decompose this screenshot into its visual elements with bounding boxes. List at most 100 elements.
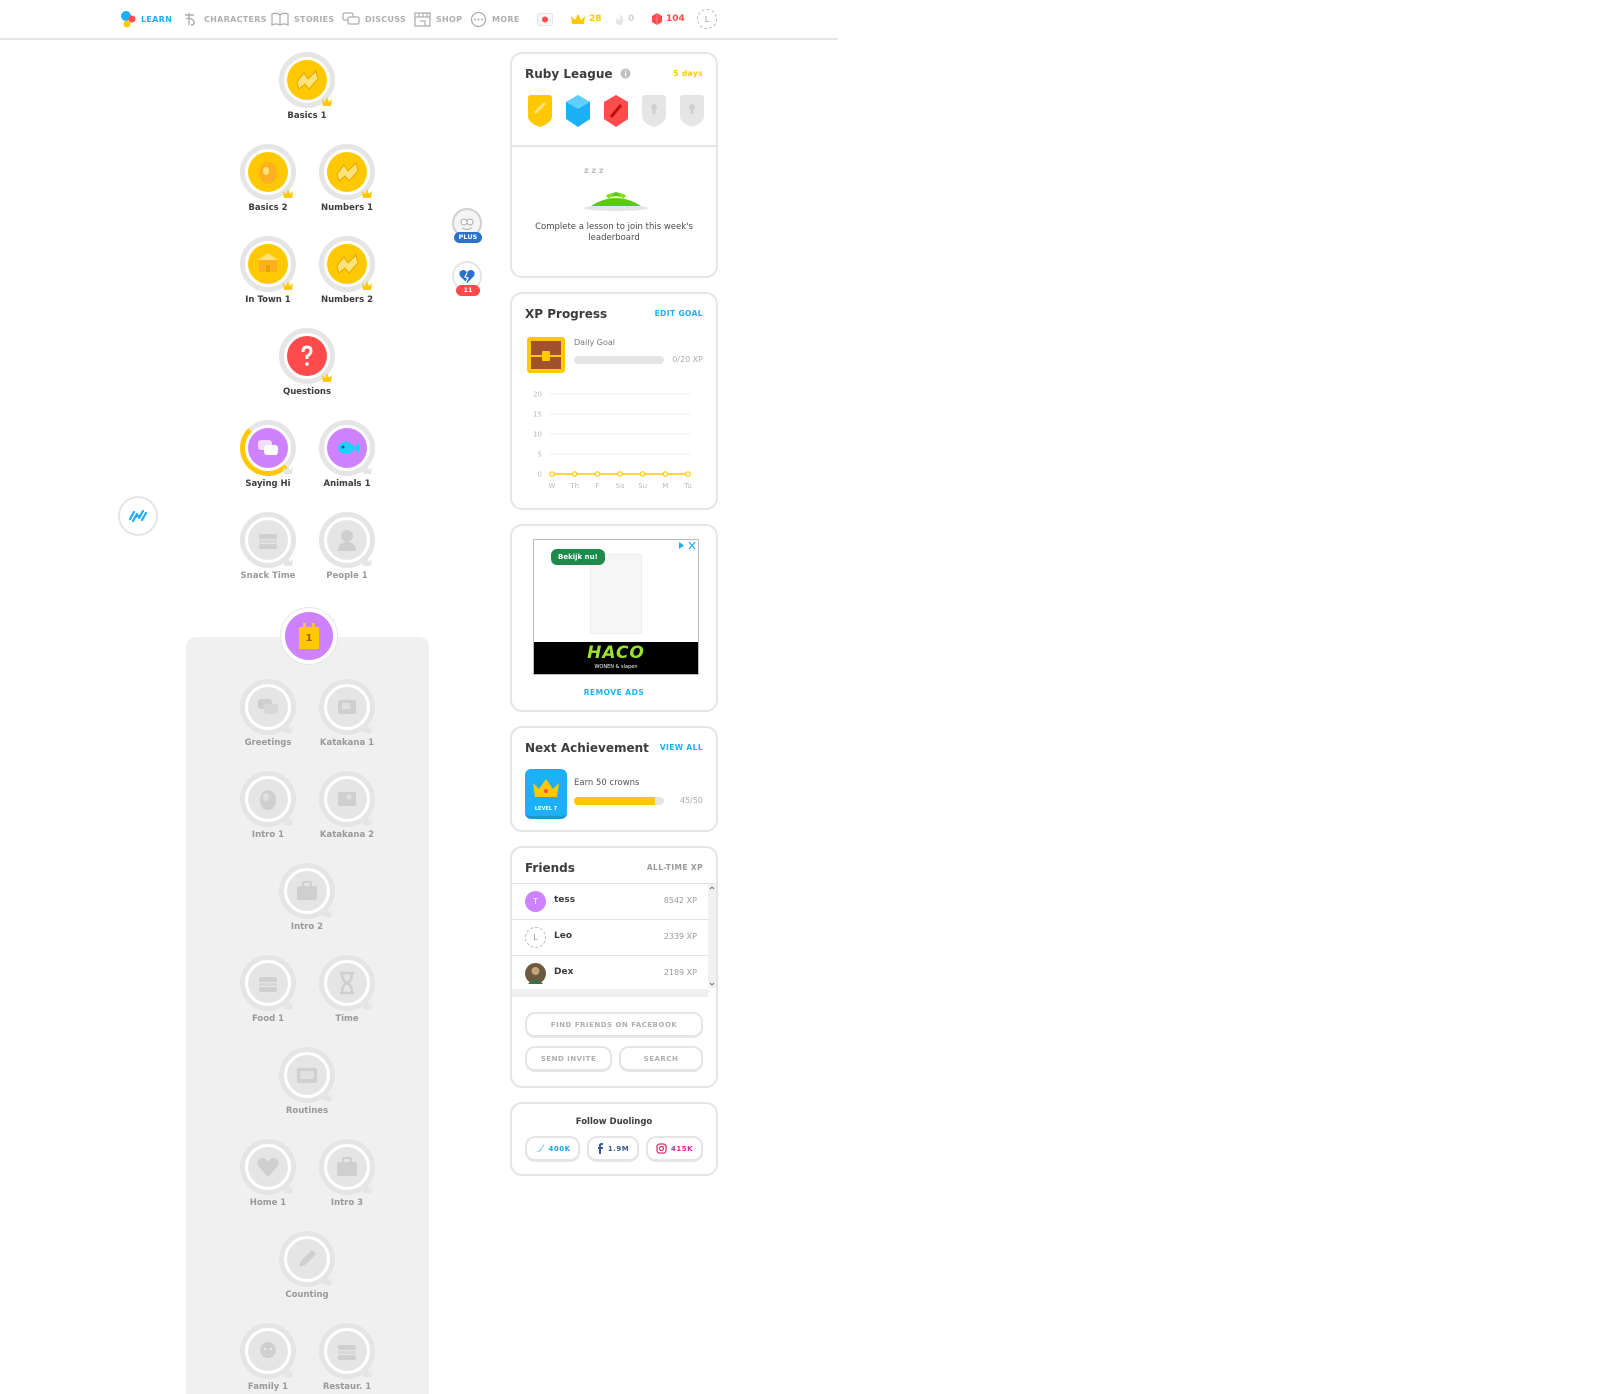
facebook-icon: [597, 1143, 603, 1154]
daily-goal-progress-bar: [574, 356, 664, 364]
skill-restaurant-1[interactable]: Restaur. 1: [307, 1323, 387, 1392]
skill-routines[interactable]: Routines: [267, 1047, 347, 1116]
twitter-follow-button[interactable]: 400K: [525, 1136, 580, 1162]
nav-characters[interactable]: CHARACTERS: [182, 10, 267, 28]
friend-row[interactable]: L Leo 2339 XP: [512, 920, 710, 956]
horizontal-scrollbar[interactable]: [512, 989, 708, 997]
friend-xp: 2339 XP: [663, 932, 697, 941]
streak-counter[interactable]: 0: [614, 10, 634, 28]
japanese-flag-icon: [537, 12, 553, 26]
skill-progress-ring: [319, 144, 375, 200]
skill-numbers-1[interactable]: Numbers 1: [307, 144, 387, 213]
hourglass-icon: [327, 963, 367, 1003]
find-friends-facebook-button[interactable]: FIND FRIENDS ON FACEBOOK: [525, 1012, 703, 1038]
ad-cta-button[interactable]: Bekijk nu!: [551, 549, 605, 565]
nav-stories[interactable]: STORIES: [271, 10, 334, 28]
skill-intro-3[interactable]: Intro 3: [307, 1139, 387, 1208]
nav-more[interactable]: MORE: [470, 10, 520, 28]
ad-brand-strip: HACO WONEN & slapen: [534, 642, 698, 674]
info-icon[interactable]: [620, 68, 631, 79]
gems-counter[interactable]: 104: [651, 10, 685, 28]
friend-row[interactable]: Dex 2189 XP: [512, 956, 710, 992]
skill-snack-time[interactable]: Snack Time: [228, 512, 308, 581]
vertical-scrollbar[interactable]: [708, 884, 716, 988]
language-selector[interactable]: [537, 10, 553, 28]
crown-empty-icon: [283, 1368, 293, 1377]
data-point: [594, 471, 601, 477]
league-panel: Ruby League 5 days z z z Complete a less…: [510, 52, 718, 278]
instagram-follow-button[interactable]: 415K: [646, 1136, 703, 1162]
crown-level-icon: [322, 97, 332, 106]
league-message: Complete a lesson to join this week's le…: [535, 222, 693, 243]
y-tick-label: 0: [538, 471, 542, 479]
practice-button[interactable]: [118, 496, 158, 536]
skill-intro-2[interactable]: Intro 2: [267, 863, 347, 932]
crown-empty-icon: [362, 724, 372, 733]
skill-counting[interactable]: Counting: [267, 1231, 347, 1300]
follow-title: Follow Duolingo: [575, 1117, 653, 1127]
skill-label: Intro 2: [290, 922, 324, 932]
send-invite-button[interactable]: SEND INVITE: [525, 1046, 612, 1072]
ad-choices-icon[interactable]: [677, 541, 697, 550]
skill-numbers-2[interactable]: Numbers 2: [307, 236, 387, 305]
xp-title: XP Progress: [525, 307, 608, 321]
edit-goal-link[interactable]: EDIT GOAL: [655, 309, 703, 318]
checkpoint-castle[interactable]: 1: [281, 608, 337, 664]
achievement-level: LEVEL 7: [534, 806, 558, 812]
crown-empty-icon: [283, 1184, 293, 1193]
remove-ads-link[interactable]: REMOVE ADS: [512, 688, 716, 697]
achievement-description: Earn 50 crowns: [574, 778, 640, 788]
skill-basics-1[interactable]: Basics 1: [267, 52, 347, 121]
skill-katakana-2[interactable]: Katakana 2: [307, 771, 387, 840]
search-friends-button[interactable]: SEARCH: [619, 1046, 703, 1072]
locked-league-badge-icon[interactable]: [677, 93, 707, 129]
crowns-counter[interactable]: 28: [570, 10, 602, 28]
x-tick-label: Th: [569, 482, 579, 490]
nav-discuss[interactable]: DISCUSS: [342, 10, 406, 28]
skill-progress-ring: [240, 1139, 296, 1195]
profile-menu[interactable]: L: [697, 9, 717, 29]
sapphire-league-badge-icon[interactable]: [563, 93, 593, 129]
league-title: Ruby League: [525, 67, 631, 81]
speech-bubbles-icon: [342, 12, 360, 25]
crown-empty-icon: [322, 1276, 332, 1285]
skill-in-town-1[interactable]: In Town 1: [228, 236, 308, 305]
skill-katakana-1[interactable]: Katakana 1: [307, 679, 387, 748]
skill-progress-ring: [279, 1231, 335, 1287]
hearts-badge[interactable]: 11: [452, 261, 484, 301]
skill-progress-ring: [279, 863, 335, 919]
locked-league-badge-icon[interactable]: [639, 93, 669, 129]
plus-badge[interactable]: PLUS: [452, 208, 484, 248]
skill-saying-hi[interactable]: Saying Hi: [228, 420, 308, 489]
characters-icon: [185, 13, 195, 26]
skill-label: Katakana 2: [319, 830, 375, 840]
skill-food-1[interactable]: Food 1: [228, 955, 308, 1024]
sandwich-icon: [248, 963, 288, 1003]
skill-intro-1[interactable]: Intro 1: [228, 771, 308, 840]
ad-frame[interactable]: Bekijk nu! HACO WONEN & slapen: [533, 539, 699, 675]
crown-empty-icon: [322, 908, 332, 917]
skill-animals-1[interactable]: Animals 1: [307, 420, 387, 489]
skill-label: Katakana 1: [319, 738, 375, 748]
nav-shop[interactable]: SHOP: [414, 10, 462, 28]
skill-label: Family 1: [247, 1382, 289, 1392]
friends-sort-label[interactable]: ALL-TIME XP: [647, 863, 703, 872]
skill-family-1[interactable]: Family 1: [228, 1323, 308, 1392]
crown-empty-icon: [283, 557, 293, 566]
gold-league-badge-icon[interactable]: [525, 93, 555, 129]
skill-label: Intro 1: [251, 830, 285, 840]
view-all-link[interactable]: VIEW ALL: [660, 743, 703, 752]
skill-questions[interactable]: Questions: [267, 328, 347, 397]
friend-row[interactable]: T tess 8542 XP: [512, 884, 710, 920]
skill-greetings[interactable]: Greetings: [228, 679, 308, 748]
friends-list[interactable]: T tess 8542 XP L Leo 2339 XP Dex 2189 XP: [512, 883, 716, 997]
nav-learn[interactable]: LEARN: [120, 10, 172, 28]
skill-home-1[interactable]: Home 1: [228, 1139, 308, 1208]
skill-label: Restaur. 1: [322, 1382, 372, 1392]
skill-people-1[interactable]: People 1: [307, 512, 387, 581]
skill-time[interactable]: Time: [307, 955, 387, 1024]
skill-basics-2[interactable]: Basics 2: [228, 144, 308, 213]
facebook-follow-button[interactable]: 1.9M: [587, 1136, 639, 1162]
ruby-league-badge-icon[interactable]: [601, 93, 631, 129]
achievement-title: Next Achievement: [525, 741, 649, 755]
